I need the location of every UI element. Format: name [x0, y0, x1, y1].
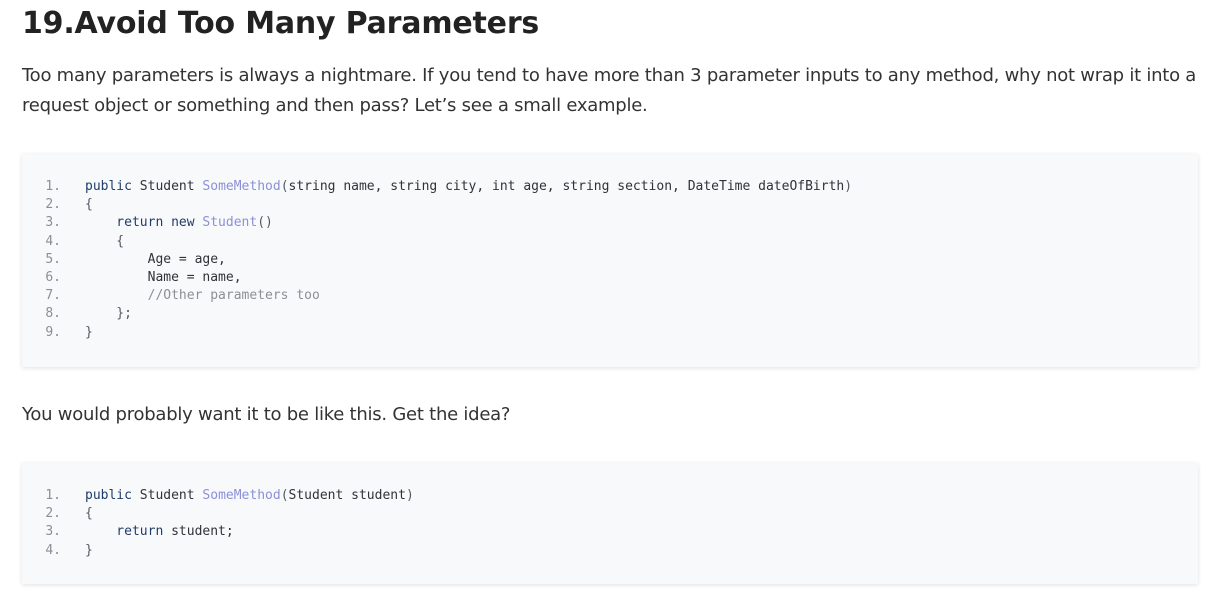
code-line: 7. //Other parameters too: [22, 287, 852, 305]
code-line: 2. {: [22, 196, 852, 214]
line-number: 3.: [45, 215, 61, 231]
code-token: }: [85, 324, 93, 340]
code-line: 6. Name = name,: [22, 269, 852, 287]
line-number: 7.: [45, 288, 61, 304]
line-number: 4.: [45, 233, 61, 249]
code-token: SomeMethod: [202, 179, 281, 194]
code-token: Age = age,: [85, 251, 226, 267]
code-line: 3. return student;: [22, 523, 414, 541]
article-heading: 19.Avoid Too Many Parameters: [22, 6, 540, 41]
code-text: };: [85, 305, 132, 323]
code-token: //Other parameters too: [85, 288, 320, 304]
line-number: 3.: [45, 524, 61, 540]
code-text: Age = age,: [85, 251, 226, 269]
line-number: 6.: [45, 269, 61, 285]
code-text: public Student SomeMethod(string name, s…: [85, 178, 852, 196]
code-token: student;: [171, 524, 234, 540]
code-line: 4.}: [22, 542, 414, 560]
code-line: 8. };: [22, 305, 852, 323]
code-text: //Other parameters too: [85, 287, 320, 305]
followup-paragraph: You would probably want it to be like th…: [22, 404, 511, 425]
code-token: return: [85, 524, 172, 540]
code-token: string name, string city, int age, strin…: [288, 179, 845, 194]
code-line: 1. public Student SomeMethod(Student stud…: [22, 487, 414, 505]
code-lines: 1. public Student SomeMethod(string name,…: [22, 178, 852, 342]
code-token: ): [844, 179, 853, 194]
code-text: }: [85, 542, 93, 560]
code-token: (: [280, 179, 289, 194]
code-block-many-params: 1. public Student SomeMethod(string name,…: [22, 154, 1198, 367]
code-token: return: [85, 215, 172, 231]
code-token: SomeMethod: [202, 488, 281, 503]
code-token: {: [85, 506, 93, 522]
code-text: Name = name,: [85, 269, 242, 287]
code-token: Student: [202, 215, 258, 231]
code-lines: 1. public Student SomeMethod(Student stud…: [22, 487, 414, 560]
line-number: 8.: [45, 306, 61, 322]
intro-paragraph: Too many parameters is always a nightmar…: [22, 65, 1197, 116]
code-text: {: [85, 233, 124, 251]
code-text: return new Student(): [85, 214, 273, 232]
code-token: Name = name,: [85, 269, 242, 285]
code-line: 5. Age = age,: [22, 251, 852, 269]
code-text: return student;: [85, 523, 234, 541]
code-line: 1. public Student SomeMethod(string name,…: [22, 178, 852, 196]
line-number: 2.: [45, 506, 61, 522]
code-token: public: [85, 488, 140, 503]
code-line: 9.}: [22, 324, 852, 342]
line-number: 1.: [45, 488, 61, 503]
code-token: new: [171, 215, 203, 231]
code-line: 2. {: [22, 505, 414, 523]
code-line: 4. {: [22, 233, 852, 251]
code-token: public: [85, 179, 140, 194]
code-text: {: [85, 505, 93, 523]
code-token: (): [257, 215, 273, 231]
code-text: public Student SomeMethod(Student studen…: [85, 487, 414, 505]
code-token: Student: [139, 488, 203, 503]
line-number: 4.: [45, 542, 61, 558]
code-line: 3. return new Student(): [22, 214, 852, 232]
code-token: Student student: [288, 488, 406, 503]
line-number: 2.: [45, 197, 61, 213]
code-token: };: [85, 306, 132, 322]
code-token: ): [405, 488, 414, 503]
code-token: {: [85, 197, 93, 213]
code-token: (: [280, 488, 289, 503]
line-number: 9.: [45, 324, 61, 340]
code-text: }: [85, 324, 93, 342]
code-token: }: [85, 542, 93, 558]
code-block-single-param: 1. public Student SomeMethod(Student stud…: [22, 463, 1198, 584]
line-number: 1.: [45, 179, 61, 194]
code-token: Student: [139, 179, 203, 194]
code-token: {: [85, 233, 125, 249]
line-number: 5.: [45, 251, 61, 267]
code-text: {: [85, 196, 93, 214]
